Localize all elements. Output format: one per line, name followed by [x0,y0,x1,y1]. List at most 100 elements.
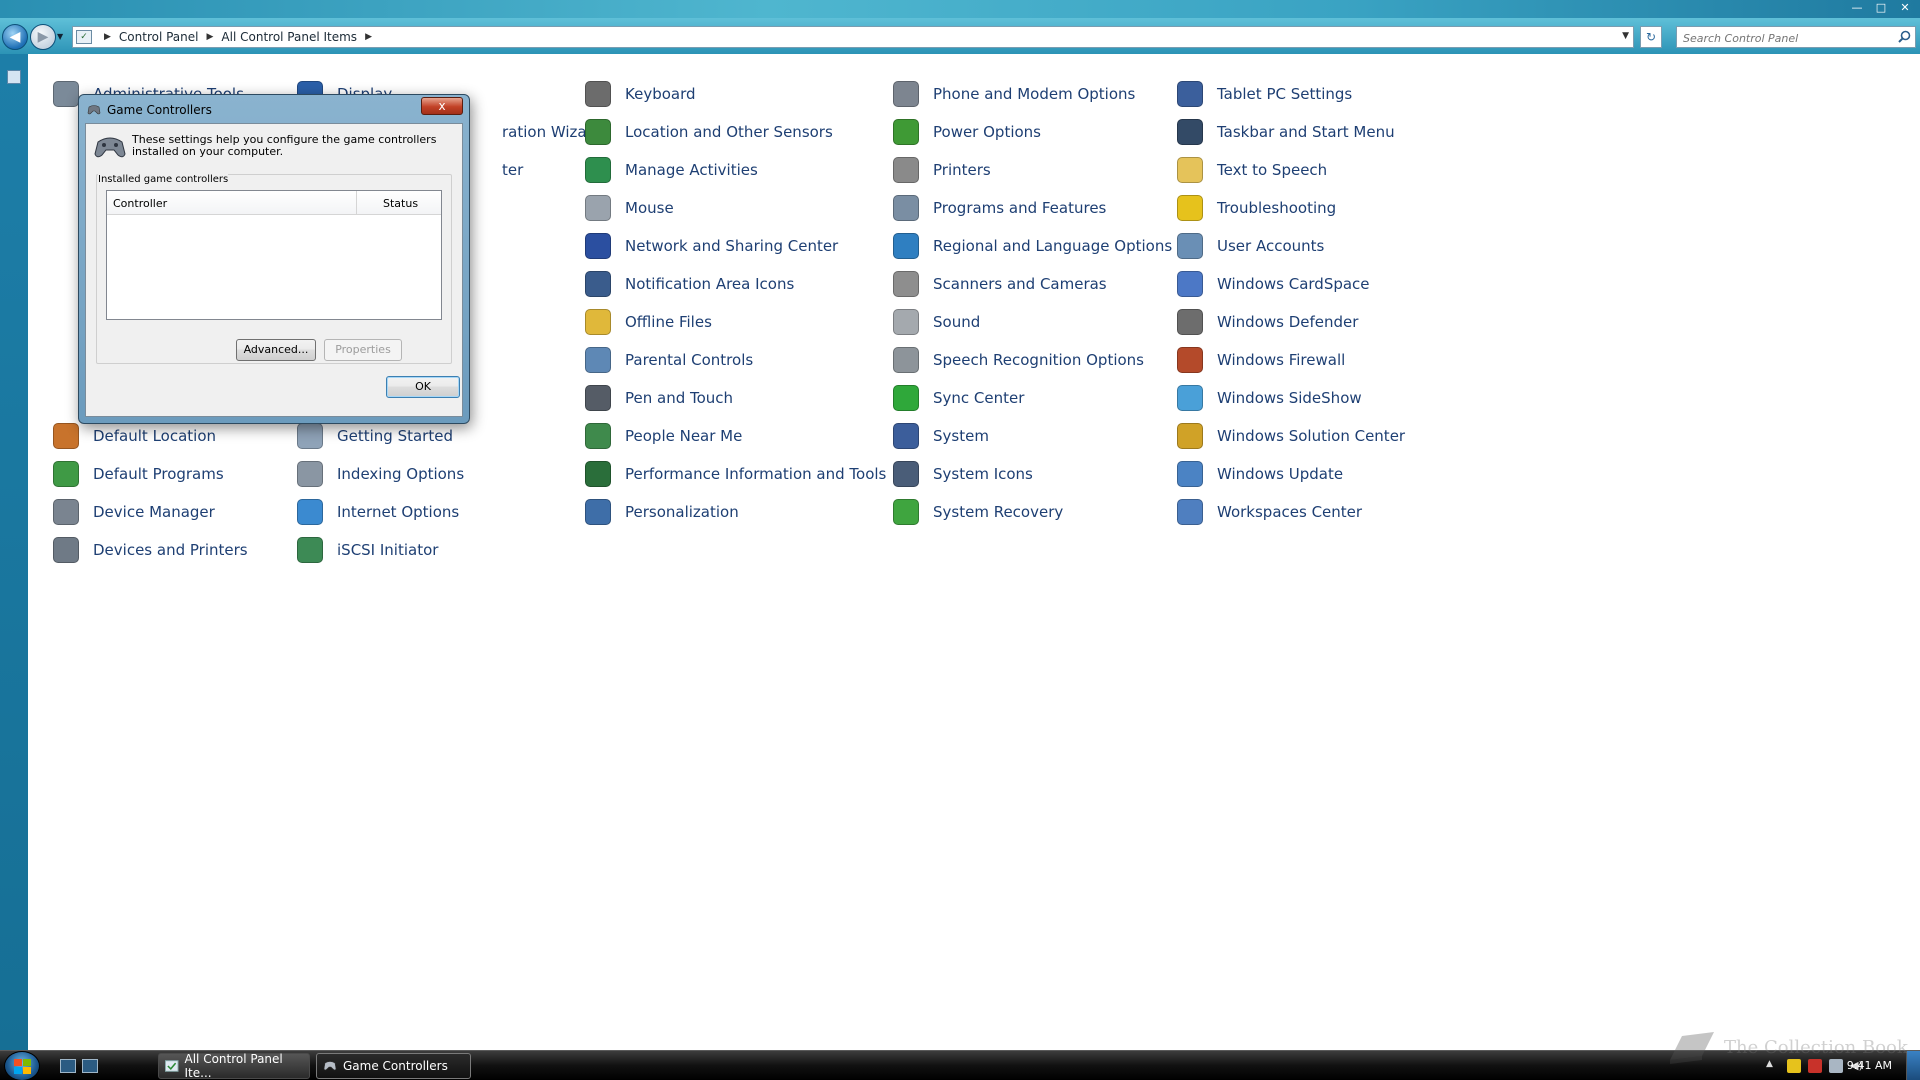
breadcrumb-all-items[interactable]: All Control Panel Items [221,30,357,44]
properties-button[interactable]: Properties [324,339,402,361]
maximize-button[interactable]: □ [1870,1,1892,15]
show-hidden-icons-icon[interactable]: ▲ [1766,1059,1780,1073]
control-panel-item[interactable]: Getting Started [294,420,453,452]
control-panel-item[interactable]: Device Manager [50,496,215,528]
refresh-button[interactable]: ↻ [1640,26,1662,48]
breadcrumb-arrow-icon[interactable]: ▶ [207,32,214,42]
column-header-controller[interactable]: Controller [107,191,357,214]
network-icon[interactable] [1829,1059,1843,1073]
control-panel-item[interactable]: Regional and Language Options [890,230,1172,262]
address-bar[interactable]: ✓ ▶ Control Panel ▶ All Control Panel It… [72,26,1634,48]
tasks-pane-icon[interactable] [7,70,21,84]
taskbar-button-control-panel[interactable]: All Control Panel Ite... [158,1052,310,1080]
controllers-list[interactable]: Controller Status [106,190,442,320]
control-panel-item-label: Sound [933,313,981,331]
search-box[interactable] [1676,26,1916,49]
control-panel-item[interactable]: Indexing Options [294,458,464,490]
control-panel-item[interactable]: Notification Area Icons [582,268,794,300]
parental-controls-icon-glyph [585,347,611,373]
search-icon[interactable] [1898,30,1911,43]
breadcrumb-control-panel[interactable]: Control Panel [119,30,199,44]
dialog-close-button[interactable]: x [421,97,463,115]
ok-button[interactable]: OK [386,376,460,398]
control-panel-item[interactable]: Performance Information and Tools [582,458,886,490]
control-panel-item[interactable]: Offline Files [582,306,712,338]
search-input[interactable] [1677,28,1887,49]
control-panel-item[interactable]: System [890,420,989,452]
show-desktop-quicklaunch-icon[interactable] [60,1059,76,1073]
control-panel-item[interactable]: Programs and Features [890,192,1106,224]
control-panel-item[interactable]: System Icons [890,458,1033,490]
control-panel-item[interactable]: System Recovery [890,496,1063,528]
control-panel-item[interactable]: Default Programs [50,458,224,490]
control-panel-item[interactable]: Windows Defender [1174,306,1358,338]
taskbar-button-game-controllers[interactable]: Game Controllers [316,1053,471,1079]
control-panel-item[interactable]: Workspaces Center [1174,496,1362,528]
control-panel-item[interactable]: Speech Recognition Options [890,344,1144,376]
security-alert-icon[interactable] [1808,1059,1822,1073]
control-panel-item-label: Devices and Printers [93,541,248,559]
control-panel-item[interactable]: Windows Update [1174,458,1343,490]
windows-logo-icon [14,1059,31,1074]
control-panel-item[interactable]: Phone and Modem Options [890,78,1135,110]
column-header-status[interactable]: Status [357,191,441,214]
show-desktop-button[interactable] [1906,1051,1920,1080]
control-panel-item-label: Indexing Options [337,465,465,483]
control-panel-item[interactable]: iSCSI Initiator [294,534,438,566]
control-panel-item[interactable]: Scanners and Cameras [890,268,1107,300]
system-icons-icon [890,458,922,490]
location-sensors-icon [582,116,614,148]
control-panel-item[interactable]: Manage Activities [582,154,758,186]
start-button[interactable] [4,1051,40,1080]
back-button[interactable]: ◀ [2,24,28,50]
personalization-icon-glyph [585,499,611,525]
control-panel-item[interactable]: Tablet PC Settings [1174,78,1352,110]
control-panel-icon: ✓ [76,30,92,44]
control-panel-item[interactable]: Windows Solution Center [1174,420,1405,452]
control-panel-item[interactable]: Location and Other Sensors [582,116,833,148]
control-panel-item[interactable]: ter [502,154,523,186]
control-panel-item[interactable]: Parental Controls [582,344,753,376]
defender-icon-glyph [1177,309,1203,335]
address-dropdown-icon[interactable]: ▼ [1622,31,1629,41]
control-panel-item[interactable]: Windows SideShow [1174,382,1362,414]
indexing-options-icon-glyph [297,461,323,487]
control-panel-item[interactable]: People Near Me [582,420,742,452]
notification-area-icon-glyph [585,271,611,297]
forward-button[interactable]: ▶ [30,24,56,50]
action-center-icon[interactable] [1787,1059,1801,1073]
close-window-button[interactable]: ✕ [1894,1,1916,15]
switch-windows-icon[interactable] [82,1059,98,1073]
control-panel-item[interactable]: Sync Center [890,382,1024,414]
control-panel-item-label: Notification Area Icons [625,275,795,293]
control-panel-item[interactable]: Default Location [50,420,216,452]
control-panel-item[interactable]: Power Options [890,116,1041,148]
control-panel-item[interactable]: User Accounts [1174,230,1324,262]
control-panel-item[interactable]: Taskbar and Start Menu [1174,116,1395,148]
control-panel-item[interactable]: Windows Firewall [1174,344,1345,376]
dialog-intro-text: These settings help you configure the ga… [132,133,437,158]
control-panel-item[interactable]: Internet Options [294,496,459,528]
clock[interactable]: 9:41 AM [1847,1059,1892,1072]
breadcrumb-arrow-icon[interactable]: ▶ [365,32,372,42]
control-panel-item-label: Windows CardSpace [1217,275,1370,293]
control-panel-item-label: Sync Center [933,389,1025,407]
control-panel-item[interactable]: Pen and Touch [582,382,733,414]
control-panel-item[interactable]: Mouse [582,192,674,224]
breadcrumb-arrow-icon[interactable]: ▶ [104,32,111,42]
control-panel-item[interactable]: Sound [890,306,980,338]
control-panel-item[interactable]: Text to Speech [1174,154,1327,186]
phone-modem-icon [890,78,922,110]
control-panel-item[interactable]: Devices and Printers [50,534,248,566]
control-panel-item[interactable]: Network and Sharing Center [582,230,838,262]
control-panel-item-label: Internet Options [337,503,460,521]
control-panel-item[interactable]: Keyboard [582,78,696,110]
recent-pages-dropdown[interactable]: ▼ [57,32,67,42]
control-panel-item[interactable]: Personalization [582,496,739,528]
advanced-button[interactable]: Advanced... [236,339,316,361]
people-near-me-icon [582,420,614,452]
control-panel-item[interactable]: Troubleshooting [1174,192,1336,224]
minimize-button[interactable]: — [1846,1,1868,15]
control-panel-item[interactable]: Printers [890,154,991,186]
control-panel-item[interactable]: Windows CardSpace [1174,268,1370,300]
